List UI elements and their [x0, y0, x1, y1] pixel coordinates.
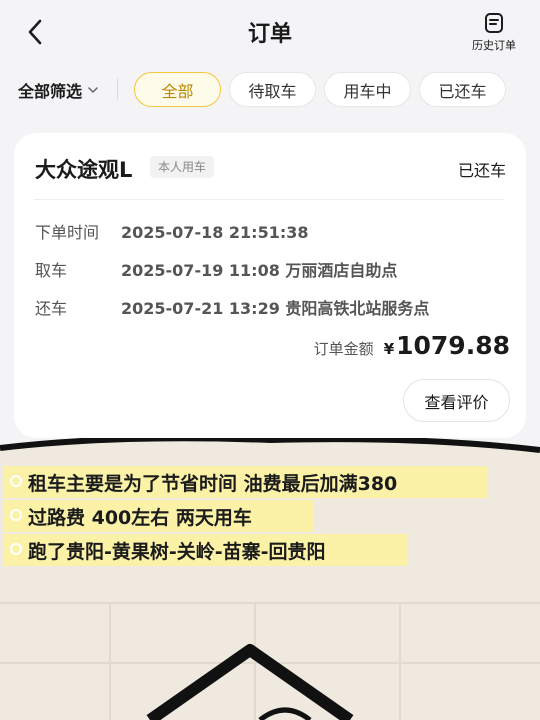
tab-all[interactable]: 全部 — [134, 72, 221, 107]
order-time-row: 下单时间 2025-07-18 21:51:38 — [35, 219, 309, 243]
history-orders-label: 历史订单 — [472, 39, 516, 52]
return-value: 2025-07-21 13:29 贵阳高铁北站服务点 — [121, 299, 430, 318]
pickup-row: 取车 2025-07-19 11:08 万丽酒店自助点 — [35, 257, 397, 281]
note-text: 租车主要是为了节省时间 油费最后加满380 — [28, 472, 398, 495]
all-filter-label: 全部筛选 — [18, 82, 83, 101]
bullet-circle-icon — [10, 543, 22, 555]
order-time-value: 2025-07-18 21:51:38 — [121, 223, 309, 242]
filter-divider — [117, 78, 118, 100]
tab-in-use[interactable]: 用车中 — [324, 72, 411, 107]
amount-label: 订单金额 — [313, 340, 374, 358]
all-filter-dropdown[interactable]: 全部筛选 — [18, 78, 98, 102]
tab-pending-pickup[interactable]: 待取车 — [229, 72, 316, 107]
chevron-down-icon — [88, 87, 98, 93]
note-text: 跑了贵阳-黄果树-关岭-苗寨-回贵阳 — [28, 540, 326, 563]
amount-value: 1079.88 — [396, 331, 510, 360]
order-status: 已还车 — [457, 161, 506, 180]
bullet-circle-icon — [10, 475, 22, 487]
filter-row: 全部筛选 全部 待取车 用车中 已还车 — [0, 70, 540, 108]
note-text: 过路费 400左右 两天用车 — [28, 506, 252, 529]
note-line: 过路费 400左右 两天用车 — [4, 500, 314, 532]
photo-overlay: 租车主要是为了节省时间 油费最后加满380 过路费 400左右 两天用车 跑了贵… — [0, 438, 540, 720]
car-name: 大众途观L — [35, 158, 133, 182]
note-line: 跑了贵阳-黄果树-关岭-苗寨-回贵阳 — [4, 534, 408, 566]
order-time-label: 下单时间 — [35, 223, 100, 242]
page-title: 订单 — [247, 22, 292, 47]
view-review-button[interactable]: 查看评价 — [403, 379, 510, 422]
order-amount: 订单金额 ¥ 1079.88 — [314, 331, 510, 360]
tab-returned[interactable]: 已还车 — [419, 72, 506, 107]
return-label: 还车 — [35, 299, 68, 318]
pickup-label: 取车 — [35, 261, 68, 280]
nav-bar: 订单 历史订单 — [0, 0, 540, 62]
usage-tag: 本人用车 — [150, 156, 215, 178]
note-line: 租车主要是为了节省时间 油费最后加满380 — [4, 466, 488, 498]
bullet-circle-icon — [10, 509, 22, 521]
document-list-icon — [485, 13, 503, 33]
pickup-value: 2025-07-19 11:08 万丽酒店自助点 — [121, 261, 398, 280]
card-divider — [34, 199, 504, 200]
currency-symbol: ¥ — [383, 340, 395, 358]
history-orders-button[interactable]: 历史订单 — [466, 12, 522, 54]
return-row: 还车 2025-07-21 13:29 贵阳高铁北站服务点 — [35, 295, 429, 319]
order-card[interactable]: 大众途观L 本人用车 已还车 下单时间 2025-07-18 21:51:38 取… — [14, 133, 526, 438]
